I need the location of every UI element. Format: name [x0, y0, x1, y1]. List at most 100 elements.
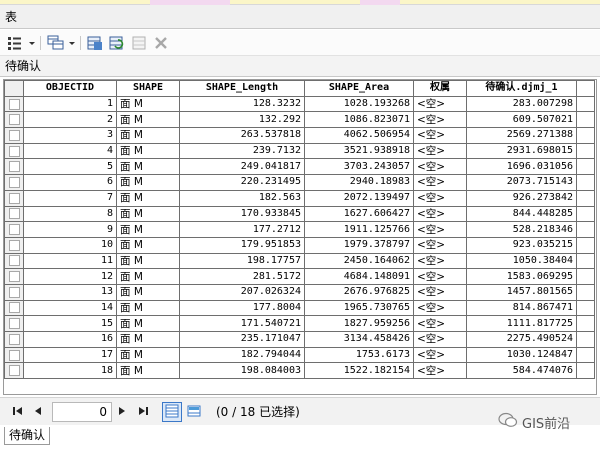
- table-cell[interactable]: 3: [23, 127, 117, 144]
- table-row[interactable]: 15 面 M 171.540721 1827.959256 <空> 1111.817725: [4, 315, 595, 332]
- table-cell[interactable]: 面 M: [116, 127, 180, 144]
- table-cell[interactable]: 面 M: [116, 205, 180, 223]
- table-cell[interactable]: 182.563: [179, 189, 305, 207]
- table-cell[interactable]: 1911.125766: [304, 221, 414, 238]
- table-cell[interactable]: 8: [23, 205, 117, 223]
- table-cell[interactable]: 1583.069295: [466, 268, 577, 285]
- row-selector[interactable]: [4, 95, 24, 113]
- table-cell[interactable]: 2676.976825: [304, 283, 414, 301]
- table-row[interactable]: 4面 M 239.7132 3521.938918 <空> 2931.698015: [4, 142, 595, 160]
- table-cell[interactable]: 面 M: [116, 158, 180, 176]
- table-cell[interactable]: 1965.730765: [304, 299, 414, 317]
- table-cell[interactable]: <空>: [413, 111, 467, 129]
- table-cell[interactable]: 12: [23, 268, 117, 285]
- table-cell[interactable]: 10: [23, 236, 117, 254]
- table-cell[interactable]: 5: [23, 158, 117, 176]
- table-cell[interactable]: 面 M: [116, 252, 180, 270]
- column-header-djmj[interactable]: 待确认.djmj_1: [466, 80, 577, 97]
- table-cell[interactable]: 844.448285: [466, 205, 577, 223]
- delete-selected-button[interactable]: [152, 34, 170, 52]
- table-cell[interactable]: 1827.959256: [304, 315, 414, 332]
- table-cell[interactable]: 面 M: [116, 95, 180, 113]
- table-cell[interactable]: 220.231495: [179, 174, 305, 191]
- row-selector[interactable]: [4, 142, 24, 160]
- table-row[interactable]: 11 面 M 198.17757 2450.164062 <空> 1050.38404: [4, 252, 595, 270]
- row-selector[interactable]: [4, 268, 24, 285]
- row-selector[interactable]: [4, 283, 24, 301]
- table-cell[interactable]: 1627.606427: [304, 205, 414, 223]
- table-cell[interactable]: 6: [23, 174, 117, 191]
- table-cell[interactable]: 923.035215: [466, 236, 577, 254]
- table-cell[interactable]: 3703.243057: [304, 158, 414, 176]
- table-row[interactable]: 5面 M 249.041817 3703.243057 <空> 1696.031056: [4, 158, 595, 176]
- table-cell[interactable]: 182.794044: [179, 346, 305, 364]
- table-cell[interactable]: 13: [23, 283, 117, 301]
- table-cell[interactable]: 2275.490524: [466, 331, 577, 348]
- attribute-table[interactable]: OBJECTID SHAPE SHAPE_Length SHAPE_Area 权…: [3, 79, 597, 395]
- table-cell[interactable]: 面 M: [116, 221, 180, 238]
- current-record-input[interactable]: 0: [52, 402, 112, 422]
- table-cell[interactable]: 283.007298: [466, 95, 577, 113]
- row-selector[interactable]: [4, 331, 24, 348]
- table-cell[interactable]: 2072.139497: [304, 189, 414, 207]
- table-cell[interactable]: 1028.193268: [304, 95, 414, 113]
- table-cell[interactable]: 207.026324: [179, 283, 305, 301]
- table-cell[interactable]: 面 M: [116, 331, 180, 348]
- table-options-button[interactable]: [6, 34, 38, 52]
- row-selector[interactable]: [4, 346, 24, 364]
- related-tables-button[interactable]: [46, 34, 78, 52]
- table-cell[interactable]: 528.218346: [466, 221, 577, 238]
- table-cell[interactable]: 1: [23, 95, 117, 113]
- table-cell[interactable]: <空>: [413, 205, 467, 223]
- table-cell[interactable]: 249.041817: [179, 158, 305, 176]
- column-header-ownership[interactable]: 权属: [413, 80, 467, 97]
- row-selector[interactable]: [4, 221, 24, 238]
- table-cell[interactable]: 814.867471: [466, 299, 577, 317]
- table-cell[interactable]: 面 M: [116, 283, 180, 301]
- table-row[interactable]: 12 面 M 281.5172 4684.148091 <空> 1583.069295: [4, 268, 595, 285]
- table-cell[interactable]: 281.5172: [179, 268, 305, 285]
- table-cell[interactable]: 2073.715143: [466, 174, 577, 191]
- next-record-button[interactable]: [114, 404, 130, 420]
- row-selector[interactable]: [4, 236, 24, 254]
- table-cell[interactable]: 面 M: [116, 315, 180, 332]
- table-cell[interactable]: 1979.378797: [304, 236, 414, 254]
- column-header-objectid[interactable]: OBJECTID: [23, 80, 117, 97]
- table-cell[interactable]: 1050.38404: [466, 252, 577, 270]
- table-cell[interactable]: 面 M: [116, 346, 180, 364]
- table-cell[interactable]: 2931.698015: [466, 142, 577, 160]
- table-cell[interactable]: <空>: [413, 189, 467, 207]
- row-selector[interactable]: [4, 174, 24, 191]
- row-selector[interactable]: [4, 158, 24, 176]
- table-row[interactable]: 10 面 M 179.951853 1979.378797 <空> 923.035215: [4, 236, 595, 254]
- row-selector[interactable]: [4, 111, 24, 129]
- table-cell[interactable]: <空>: [413, 346, 467, 364]
- table-cell[interactable]: 16: [23, 331, 117, 348]
- table-row[interactable]: 7面 M 182.563 2072.139497 <空> 926.273842: [4, 189, 595, 207]
- column-header-shape[interactable]: SHAPE: [116, 80, 180, 97]
- table-row[interactable]: 2面 M 132.292 1086.823071 <空> 609.507021: [4, 111, 595, 129]
- column-header-shape-area[interactable]: SHAPE_Area: [304, 80, 414, 97]
- table-cell[interactable]: 15: [23, 315, 117, 332]
- table-cell[interactable]: 面 M: [116, 142, 180, 160]
- table-row[interactable]: 1面 M 128.3232 1028.193268 <空> 283.007298: [4, 95, 595, 113]
- row-selector[interactable]: [4, 299, 24, 317]
- row-selector[interactable]: [4, 252, 24, 270]
- table-cell[interactable]: 1111.817725: [466, 315, 577, 332]
- table-cell[interactable]: 面 M: [116, 268, 180, 285]
- table-cell[interactable]: <空>: [413, 252, 467, 270]
- first-record-button[interactable]: [10, 404, 26, 420]
- show-selected-records-button[interactable]: [184, 402, 204, 422]
- table-cell[interactable]: 1457.801565: [466, 283, 577, 301]
- table-row[interactable]: 6面 M 220.231495 2940.18983 <空> 2073.715143: [4, 174, 595, 191]
- table-cell[interactable]: 128.3232: [179, 95, 305, 113]
- table-row[interactable]: 17 面 M 182.794044 1753.6173 <空> 1030.124847: [4, 346, 595, 364]
- table-cell[interactable]: <空>: [413, 142, 467, 160]
- table-cell[interactable]: 17: [23, 346, 117, 364]
- table-cell[interactable]: 9: [23, 221, 117, 238]
- table-cell[interactable]: 2940.18983: [304, 174, 414, 191]
- table-cell[interactable]: 面 M: [116, 362, 180, 380]
- table-cell[interactable]: 2569.271388: [466, 127, 577, 144]
- table-cell[interactable]: <空>: [413, 331, 467, 348]
- table-cell[interactable]: 584.474076: [466, 362, 577, 380]
